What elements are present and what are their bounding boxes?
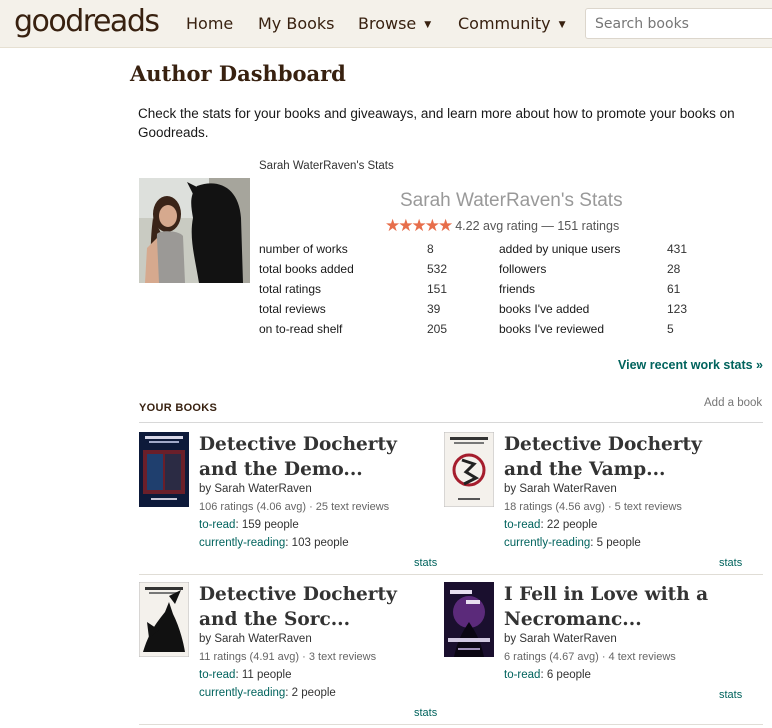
book-ratings: 18 ratings (4.56 avg) · 5 text reviews — [504, 501, 682, 513]
to-read-value: : 11 people — [235, 669, 292, 681]
chevron-down-icon: ▼ — [558, 20, 566, 30]
stat-label: friends — [499, 282, 536, 296]
chevron-down-icon: ▼ — [424, 20, 432, 30]
stat-value: 532 — [427, 262, 448, 276]
stat-value: 61 — [667, 282, 681, 296]
book-ratings: 106 ratings (4.06 avg) · 25 text reviews — [199, 501, 390, 513]
book-author: by Sarah WaterRaven — [504, 633, 617, 645]
book-card: Detective Docherty and the Demo... by Sa… — [139, 432, 439, 577]
stat-value: 39 — [427, 302, 441, 316]
currently-reading-link[interactable]: currently-reading — [199, 537, 285, 549]
book-card: Detective Docherty and the Vamp... by Sa… — [444, 432, 744, 577]
star-rating-icon: ★★★★★ — [385, 216, 453, 235]
book-stats-link[interactable]: stats — [719, 557, 742, 569]
stat-value: 5 — [667, 322, 674, 336]
book-title[interactable]: I Fell in Love with a Necromanc... — [504, 582, 744, 632]
book-stats-link[interactable]: stats — [414, 707, 437, 719]
book-stats-link[interactable]: stats — [719, 689, 742, 701]
intro-text: Check the stats for your books and givea… — [138, 106, 735, 140]
stat-label: total reviews — [259, 302, 326, 316]
book-cover[interactable] — [444, 432, 494, 507]
stat-value: 28 — [667, 262, 681, 276]
to-read-link[interactable]: to-read — [504, 519, 540, 531]
to-read-count: to-read: 11 people — [199, 669, 292, 681]
currently-reading-value: : 103 people — [285, 537, 349, 549]
nav-my-books-label: My Books — [258, 14, 335, 33]
currently-reading-value: : 5 people — [590, 537, 641, 549]
top-navigation-bar: goodreads Home My Books Browse ▼ Communit… — [0, 0, 772, 48]
stat-label: on to-read shelf — [259, 322, 343, 336]
row-divider — [139, 724, 763, 725]
stat-label: total books added — [259, 262, 354, 276]
nav-browse-label: Browse — [358, 14, 417, 33]
author-photo[interactable] — [139, 178, 250, 283]
logo-text-light: good — [14, 4, 84, 39]
to-read-link[interactable]: to-read — [504, 669, 540, 681]
currently-reading-count: currently-reading: 5 people — [504, 537, 641, 549]
book-ratings: 6 ratings (4.67 avg) · 4 text reviews — [504, 651, 676, 663]
stat-value: 151 — [427, 282, 448, 296]
stats-title: Sarah WaterRaven's Stats — [400, 190, 623, 211]
to-read-count: to-read: 22 people — [504, 519, 597, 531]
to-read-value: : 6 people — [540, 669, 591, 681]
stat-value: 8 — [427, 242, 434, 256]
stat-label: books I've reviewed — [499, 322, 605, 336]
row-divider — [139, 574, 763, 575]
stat-label: books I've added — [499, 302, 590, 316]
book-cover[interactable] — [139, 582, 189, 657]
section-divider — [139, 422, 763, 423]
nav-browse[interactable]: Browse ▼ — [358, 14, 431, 33]
nav-home[interactable]: Home — [186, 14, 233, 33]
stat-label: number of works — [259, 242, 348, 256]
your-books-heading: YOUR BOOKS — [139, 402, 218, 414]
to-read-value: : 159 people — [235, 519, 299, 531]
book-author: by Sarah WaterRaven — [199, 483, 312, 495]
page-title: Author Dashboard — [130, 61, 346, 86]
book-title[interactable]: Detective Docherty and the Sorc... — [199, 582, 439, 632]
nav-community-label: Community — [458, 14, 551, 33]
book-author: by Sarah WaterRaven — [504, 483, 617, 495]
book-cover[interactable] — [444, 582, 494, 657]
nav-my-books[interactable]: My Books — [258, 14, 335, 33]
book-title[interactable]: Detective Docherty and the Demo... — [199, 432, 439, 482]
to-read-link[interactable]: to-read — [199, 669, 235, 681]
currently-reading-link[interactable]: currently-reading — [199, 687, 285, 699]
stat-label: added by unique users — [499, 242, 621, 256]
currently-reading-link[interactable]: currently-reading — [504, 537, 590, 549]
view-recent-work-stats-link[interactable]: View recent work stats » — [618, 358, 763, 372]
to-read-value: : 22 people — [540, 519, 598, 531]
book-title[interactable]: Detective Docherty and the Vamp... — [504, 432, 744, 482]
stat-label: followers — [499, 262, 547, 276]
stat-value: 123 — [667, 302, 688, 316]
to-read-link[interactable]: to-read — [199, 519, 235, 531]
search-placeholder: Search books — [595, 16, 689, 32]
stat-label: total ratings — [259, 282, 322, 296]
book-author: by Sarah WaterRaven — [199, 633, 312, 645]
book-stats-link[interactable]: stats — [414, 557, 437, 569]
rating-summary: ★★★★★ 4.22 avg rating — 151 ratings — [385, 215, 619, 235]
book-card: Detective Docherty and the Sorc... by Sa… — [139, 582, 439, 727]
rating-text: 4.22 avg rating — 151 ratings — [455, 219, 620, 233]
book-ratings: 11 ratings (4.91 avg) · 3 text reviews — [199, 651, 377, 663]
logo-text-bold: reads — [82, 4, 160, 39]
currently-reading-count: currently-reading: 2 people — [199, 687, 336, 699]
nav-home-label: Home — [186, 14, 234, 33]
stat-value: 431 — [667, 242, 688, 256]
book-cover[interactable] — [139, 432, 189, 507]
nav-community[interactable]: Community ▼ — [458, 14, 566, 33]
to-read-count: to-read: 6 people — [504, 669, 591, 681]
add-book-link[interactable]: Add a book — [704, 397, 762, 409]
book-card: I Fell in Love with a Necromanc... by Sa… — [444, 582, 744, 727]
currently-reading-value: : 2 people — [285, 687, 336, 699]
to-read-count: to-read: 159 people — [199, 519, 299, 531]
search-input[interactable]: Search books — [585, 8, 772, 39]
stats-caption: Sarah WaterRaven's Stats — [259, 160, 394, 172]
goodreads-logo[interactable]: goodreads — [14, 4, 160, 39]
stat-value: 205 — [427, 322, 448, 336]
currently-reading-count: currently-reading: 103 people — [199, 537, 349, 549]
